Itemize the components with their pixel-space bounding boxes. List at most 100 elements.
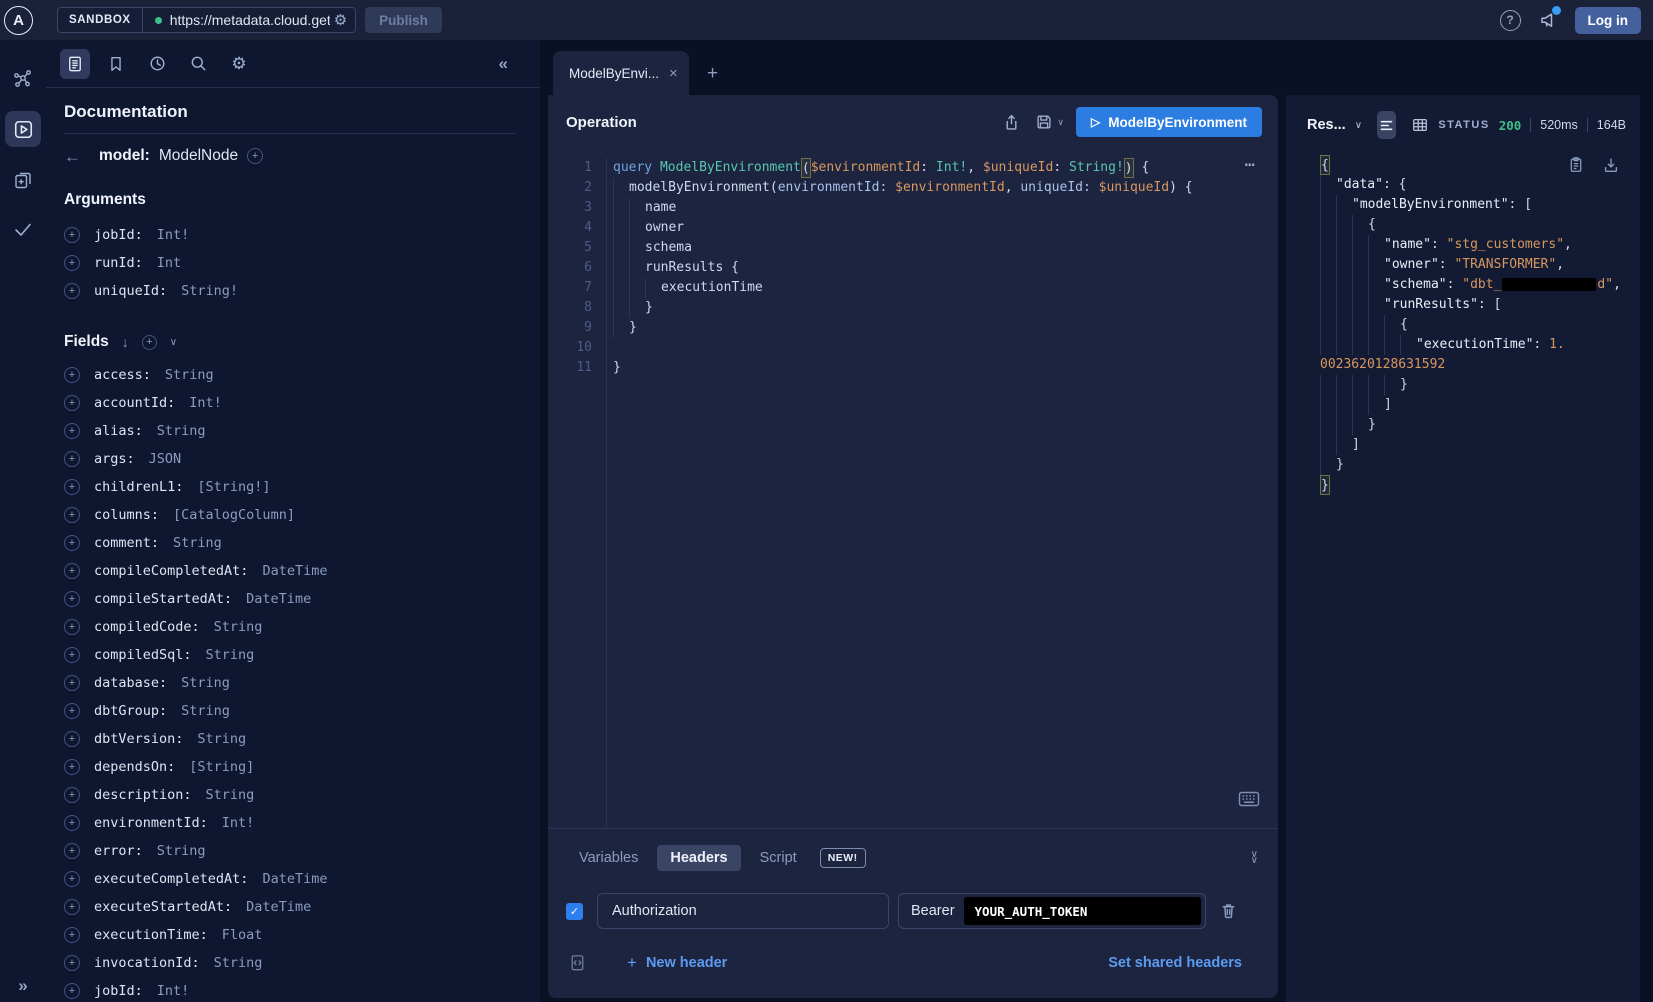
back-arrow-icon[interactable]: ← bbox=[64, 148, 81, 165]
code-line[interactable]: schema bbox=[613, 238, 1193, 258]
keyboard-shortcuts-icon[interactable] bbox=[1238, 791, 1260, 808]
code-line[interactable]: query ModelByEnvironment($environmentId:… bbox=[613, 158, 1193, 178]
tab-variables[interactable]: Variables bbox=[566, 845, 651, 871]
code-line[interactable]: name bbox=[613, 198, 1193, 218]
field-row[interactable]: +columns:[CatalogColumn] bbox=[64, 501, 516, 529]
argument-row[interactable]: +runId:Int bbox=[64, 249, 516, 277]
field-row[interactable]: +database:String bbox=[64, 669, 516, 697]
add-to-query-plus-icon[interactable]: + bbox=[64, 731, 80, 747]
response-dropdown-chevron-icon[interactable]: ∨ bbox=[1355, 120, 1362, 131]
add-to-query-plus-icon[interactable]: + bbox=[64, 283, 80, 299]
schema-graph-icon[interactable] bbox=[5, 61, 41, 97]
save-operation-group[interactable]: ∨ bbox=[1035, 113, 1064, 131]
code-line[interactable] bbox=[613, 338, 1193, 358]
field-row[interactable]: +compiledSql:String bbox=[64, 641, 516, 669]
add-to-query-plus-icon[interactable]: + bbox=[64, 899, 80, 915]
run-operation-button[interactable]: ▷ ModelByEnvironment bbox=[1076, 107, 1262, 137]
add-to-query-plus-icon[interactable]: + bbox=[64, 227, 80, 243]
expand-rail-icon[interactable]: » bbox=[0, 976, 46, 996]
add-to-query-plus-icon[interactable]: + bbox=[64, 675, 80, 691]
collapse-bottom-panel-icon[interactable]: ∨ ∨ bbox=[1251, 852, 1258, 864]
history-icon[interactable] bbox=[142, 49, 172, 79]
field-row[interactable]: +access:String bbox=[64, 361, 516, 389]
add-to-query-plus-icon[interactable]: + bbox=[64, 787, 80, 803]
login-button[interactable]: Log in bbox=[1575, 7, 1642, 34]
add-field-plus-icon[interactable]: + bbox=[247, 148, 263, 164]
download-response-icon[interactable] bbox=[1602, 155, 1620, 175]
add-to-query-plus-icon[interactable]: + bbox=[64, 423, 80, 439]
field-row[interactable]: +dependsOn:[String] bbox=[64, 753, 516, 781]
field-row[interactable]: +compileCompletedAt:DateTime bbox=[64, 557, 516, 585]
code-line[interactable]: modelByEnvironment(environmentId: $envir… bbox=[613, 178, 1193, 198]
help-icon[interactable]: ? bbox=[1500, 10, 1521, 31]
model-type-link[interactable]: ModelNode bbox=[159, 147, 238, 165]
bookmarks-icon[interactable] bbox=[101, 49, 131, 79]
set-shared-headers-link[interactable]: Set shared headers bbox=[1108, 955, 1242, 971]
tab-headers[interactable]: Headers bbox=[657, 845, 740, 871]
fields-chevron-icon[interactable]: ∨ bbox=[170, 337, 177, 348]
checks-icon[interactable] bbox=[5, 211, 41, 247]
field-row[interactable]: +accountId:Int! bbox=[64, 389, 516, 417]
copy-response-icon[interactable] bbox=[1567, 155, 1585, 175]
announcements-megaphone-icon[interactable] bbox=[1538, 10, 1558, 30]
apollo-logo[interactable]: A bbox=[4, 6, 33, 35]
search-icon[interactable] bbox=[183, 49, 213, 79]
add-to-query-plus-icon[interactable]: + bbox=[64, 535, 80, 551]
add-to-query-plus-icon[interactable]: + bbox=[64, 759, 80, 775]
new-header-button[interactable]: + New header bbox=[627, 953, 727, 973]
editor-menu-kebab-icon[interactable]: ⋯ bbox=[1245, 155, 1256, 175]
add-to-query-plus-icon[interactable]: + bbox=[64, 843, 80, 859]
add-to-query-plus-icon[interactable]: + bbox=[64, 591, 80, 607]
documentation-tab-icon[interactable] bbox=[60, 49, 90, 79]
add-to-query-plus-icon[interactable]: + bbox=[64, 927, 80, 943]
add-to-query-plus-icon[interactable]: + bbox=[64, 647, 80, 663]
code-line[interactable]: runResults { bbox=[613, 258, 1193, 278]
add-to-query-plus-icon[interactable]: + bbox=[64, 815, 80, 831]
field-row[interactable]: +invocationId:String bbox=[64, 949, 516, 977]
field-row[interactable]: +executeCompletedAt:DateTime bbox=[64, 865, 516, 893]
argument-row[interactable]: +jobId:Int! bbox=[64, 221, 516, 249]
code-line[interactable]: owner bbox=[613, 218, 1193, 238]
header-enabled-checkbox[interactable]: ✓ bbox=[566, 903, 583, 920]
add-to-query-plus-icon[interactable]: + bbox=[64, 563, 80, 579]
field-row[interactable]: +executionTime:Float bbox=[64, 921, 516, 949]
delete-header-trash-icon[interactable] bbox=[1219, 901, 1238, 921]
editor-code[interactable]: query ModelByEnvironment($environmentId:… bbox=[607, 158, 1193, 828]
response-scrollbar[interactable] bbox=[1640, 95, 1653, 1002]
table-view-toggle-icon[interactable] bbox=[1411, 111, 1430, 139]
header-name-input[interactable]: Authorization bbox=[597, 893, 889, 929]
endpoint-settings-gear-icon[interactable]: ⚙ bbox=[334, 13, 347, 28]
add-to-query-plus-icon[interactable]: + bbox=[64, 255, 80, 271]
share-operation-icon[interactable] bbox=[1002, 113, 1021, 132]
add-to-query-plus-icon[interactable]: + bbox=[64, 703, 80, 719]
field-row[interactable]: +dbtVersion:String bbox=[64, 725, 516, 753]
add-to-query-plus-icon[interactable]: + bbox=[64, 479, 80, 495]
add-to-query-plus-icon[interactable]: + bbox=[64, 619, 80, 635]
add-to-query-plus-icon[interactable]: + bbox=[64, 983, 80, 999]
field-row[interactable]: +compiledCode:String bbox=[64, 613, 516, 641]
add-to-query-plus-icon[interactable]: + bbox=[64, 395, 80, 411]
raw-view-toggle-icon[interactable] bbox=[1377, 111, 1396, 139]
response-title[interactable]: Res... bbox=[1307, 117, 1346, 133]
field-row[interactable]: +dbtGroup:String bbox=[64, 697, 516, 725]
add-to-query-plus-icon[interactable]: + bbox=[64, 507, 80, 523]
add-to-query-plus-icon[interactable]: + bbox=[64, 451, 80, 467]
code-line[interactable]: } bbox=[613, 298, 1193, 318]
auth-token-value[interactable]: YOUR_AUTH_TOKEN bbox=[964, 897, 1201, 925]
save-dropdown-chevron-icon[interactable]: ∨ bbox=[1057, 117, 1064, 128]
code-line[interactable]: } bbox=[613, 358, 1193, 378]
code-line[interactable]: executionTime bbox=[613, 278, 1193, 298]
add-to-query-plus-icon[interactable]: + bbox=[64, 955, 80, 971]
field-row[interactable]: +comment:String bbox=[64, 529, 516, 557]
header-value-input[interactable]: Bearer YOUR_AUTH_TOKEN bbox=[898, 893, 1206, 929]
edit-as-json-icon[interactable] bbox=[568, 953, 587, 973]
explorer-icon[interactable] bbox=[5, 111, 41, 147]
argument-row[interactable]: +uniqueId:String! bbox=[64, 277, 516, 305]
close-tab-icon[interactable]: × bbox=[669, 65, 678, 82]
tab-script[interactable]: Script bbox=[747, 845, 810, 871]
field-row[interactable]: +environmentId:Int! bbox=[64, 809, 516, 837]
query-editor[interactable]: 1234567891011 query ModelByEnvironment($… bbox=[548, 149, 1278, 828]
add-to-query-plus-icon[interactable]: + bbox=[64, 367, 80, 383]
field-row[interactable]: +alias:String bbox=[64, 417, 516, 445]
code-line[interactable]: } bbox=[613, 318, 1193, 338]
